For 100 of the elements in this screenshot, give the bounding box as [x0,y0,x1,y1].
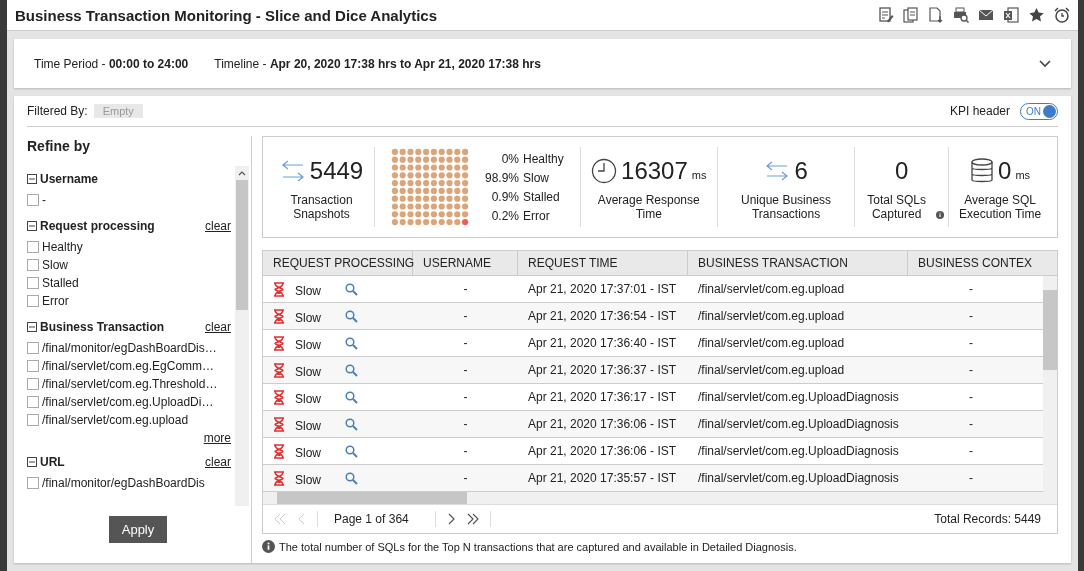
search-icon[interactable] [345,471,358,485]
search-icon[interactable] [345,309,358,323]
filter-value: Empty [93,104,143,118]
last-page-icon[interactable] [465,513,480,525]
scrollbar[interactable] [235,166,249,506]
kpi-label: Total SQLs Captured [866,193,927,221]
info-icon[interactable] [936,209,945,221]
table-cell-text: - [462,470,469,487]
hourglass-icon [273,416,285,432]
status-text: Slow [295,338,322,352]
checkbox[interactable] [27,396,39,408]
group-title: URL [40,455,66,469]
collapse-icon[interactable] [27,221,37,231]
print-preview-icon[interactable] [953,7,969,23]
more-link[interactable]: more [203,431,231,445]
table-cell-text: - [462,443,469,460]
table-cell-text: - [968,308,974,325]
table-cell-text: /final/servlet/com.eg.UploadDiagnosis [697,443,900,460]
kpi-header-label: KPI header [949,104,1010,118]
scrollbar[interactable] [263,492,1057,504]
edit-report-icon[interactable] [878,7,894,23]
status-text: Slow [295,419,322,433]
legend-label: Error [523,208,550,223]
search-icon[interactable] [345,282,358,296]
apply-button[interactable]: Apply [108,516,168,543]
table-cell-text: - [968,389,974,406]
legend-percent: 0.2% [490,208,519,223]
kpi-label: Transaction Snapshots [289,193,354,221]
table-cell-text: - [462,308,469,325]
option-label: Healthy [42,240,83,254]
timeline: Timeline - Apr 20, 2020 17:38 hrs to Apr 21, 2020 17:38 hrs [214,56,541,71]
column-header[interactable]: USERNAME [413,251,518,275]
checkbox[interactable] [27,342,39,354]
scrollbar[interactable] [1043,276,1057,492]
kpi-value: 6 [794,157,808,185]
group-title: Username [40,172,100,186]
legend-label: Slow [523,170,549,185]
documents-icon[interactable] [903,7,919,23]
table-cell-text: - [462,389,469,406]
clear-link[interactable]: clear [205,219,231,233]
group-title: Request processing [40,219,156,233]
checkbox[interactable] [27,295,39,307]
table-cell-text: Apr 21, 2020 17:36:54 - IST [527,308,678,325]
pdf-download-icon[interactable] [928,7,944,23]
table-cell-text: Apr 21, 2020 17:36:40 - IST [527,335,678,352]
column-header[interactable]: BUSINESS CONTEX [908,251,1034,275]
status-text: Slow [295,392,322,406]
checkbox[interactable] [27,477,39,489]
footnote: The total number of SQLs for the Top N transactions that are captured and available in Detailed Diagnosis. [279,540,797,553]
table-cell-text: Apr 21, 2020 17:36:17 - IST [527,389,678,406]
checkbox[interactable] [27,360,39,372]
collapse-icon[interactable] [27,457,37,467]
option-label: /final/servlet/com.eg.UploadDi… [42,395,214,409]
table-cell-text: /final/servlet/com.eg.UploadDiagnosis [697,389,900,406]
info-icon [262,540,275,553]
alarm-clock-icon[interactable] [1054,7,1070,23]
legend-label: Healthy [523,151,564,166]
search-icon[interactable] [345,336,358,350]
checkbox[interactable] [27,277,39,289]
group-title: Business Transaction [40,320,166,334]
checkbox[interactable] [27,378,39,390]
hourglass-icon [273,443,285,459]
mail-icon[interactable] [978,7,994,23]
column-header[interactable]: REQUEST TIME [518,251,688,275]
hourglass-icon [273,308,285,324]
kpi-unit: ms [1015,169,1031,181]
column-header[interactable]: BUSINESS TRANSACTION [688,251,908,275]
checkbox[interactable] [27,414,39,426]
search-icon[interactable] [345,363,358,377]
kpi-value: 16307 [621,157,688,185]
checkbox[interactable] [27,241,39,253]
search-icon[interactable] [345,417,358,431]
kpi-label: Unique Business Transactions [740,193,833,221]
hourglass-icon [273,470,285,486]
hourglass-icon [273,362,285,378]
legend-percent: 98.9% [483,170,519,185]
kpi-header-toggle[interactable]: ON [1020,102,1058,120]
page-indicator: Page 1 of 364 [333,512,410,526]
option-label: Stalled [42,276,79,290]
collapse-icon[interactable] [27,174,37,184]
excel-icon[interactable] [1003,7,1019,23]
collapse-icon[interactable] [27,322,37,332]
table-cell-text: /final/servlet/com.eg.UploadDiagnosis [697,416,900,433]
table-cell-text: Apr 21, 2020 17:36:06 - IST [527,416,678,433]
search-icon[interactable] [345,390,358,404]
checkbox[interactable] [27,194,39,206]
option-label: Error [42,294,69,308]
hourglass-icon [273,389,285,405]
column-header[interactable]: REQUEST PROCESSING [263,251,413,275]
window-title: Business Transaction Monitoring - Slice and Dice Analytics [15,6,439,24]
star-icon[interactable] [1028,7,1045,23]
search-icon[interactable] [345,444,358,458]
chevron-down-icon[interactable] [1039,59,1051,68]
legend-label: Stalled [523,189,560,204]
clear-link[interactable]: clear [205,320,231,334]
clear-link[interactable]: clear [205,455,231,469]
option-label: /final/servlet/com.eg.upload [42,413,189,427]
kpi-unit: ms [691,169,707,181]
checkbox[interactable] [27,259,39,271]
status-text: Slow [295,365,322,379]
